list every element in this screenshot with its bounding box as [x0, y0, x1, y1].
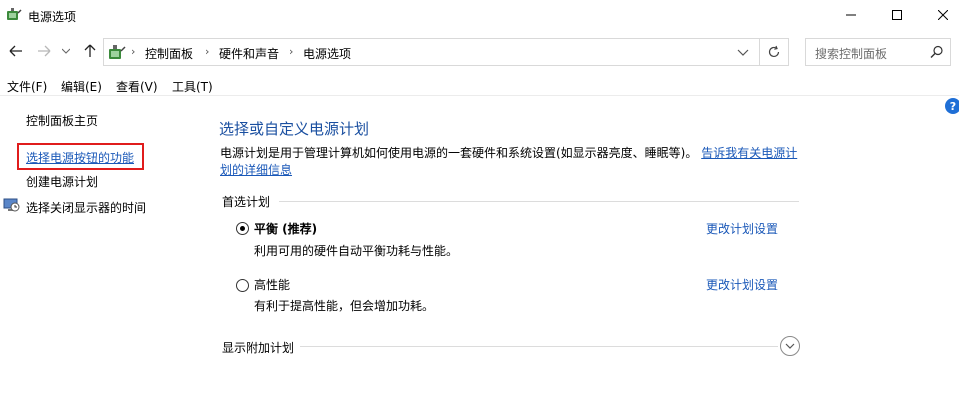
back-arrow-icon[interactable]: [7, 42, 25, 60]
search-placeholder: 搜索控制面板: [815, 47, 888, 61]
forward-arrow-icon[interactable]: [35, 42, 53, 60]
menu-file[interactable]: 文件(F): [7, 78, 47, 95]
plan-balanced-settings-link[interactable]: 更改计划设置: [706, 220, 778, 237]
plan-high-performance-desc: 有利于提高性能，但会增加功耗。: [254, 299, 435, 313]
display-clock-icon: [3, 197, 20, 213]
power-options-icon: [6, 7, 22, 23]
menu-view[interactable]: 查看(V): [116, 78, 158, 95]
search-icon[interactable]: [930, 45, 944, 59]
address-bar[interactable]: › 控制面板 › 硬件和声音 › 电源选项: [103, 38, 760, 66]
sidebar-item-home[interactable]: 控制面板主页: [26, 112, 98, 129]
sidebar-item-display-off[interactable]: 选择关闭显示器的时间: [26, 199, 146, 216]
title-bar: 电源选项: [0, 0, 959, 32]
plan-high-performance-settings-link[interactable]: 更改计划设置: [706, 276, 778, 293]
maximize-button[interactable]: [874, 0, 920, 30]
sidebar-item-create-plan[interactable]: 创建电源计划: [26, 173, 98, 190]
navigation-bar: › 控制面板 › 硬件和声音 › 电源选项 搜索控制面板: [0, 34, 959, 68]
plan-high-performance-radio[interactable]: [236, 279, 249, 292]
power-options-icon: [108, 44, 126, 62]
breadcrumb-separator-icon: ›: [131, 45, 136, 58]
menu-edit[interactable]: 编辑(E): [61, 78, 102, 95]
page-title: 选择或自定义电源计划: [219, 120, 370, 138]
breadcrumb-separator-icon: ›: [289, 45, 294, 58]
breadcrumb-power-options[interactable]: 电源选项: [303, 45, 351, 62]
close-button[interactable]: [920, 0, 959, 30]
breadcrumb-separator-icon: ›: [205, 45, 210, 58]
plan-balanced-radio[interactable]: [236, 222, 249, 235]
up-arrow-icon[interactable]: [81, 42, 99, 60]
sidebar-item-power-button[interactable]: 选择电源按钮的功能: [26, 149, 134, 166]
section-divider: [279, 201, 799, 202]
window-title: 电源选项: [28, 10, 77, 24]
menu-tools[interactable]: 工具(T): [172, 78, 213, 95]
preferred-plans-header: 首选计划: [222, 195, 271, 209]
breadcrumb-control-panel[interactable]: 控制面板: [145, 45, 193, 62]
minimize-button[interactable]: [828, 0, 874, 30]
recent-dropdown-icon[interactable]: [60, 42, 72, 60]
plan-high-performance-name[interactable]: 高性能: [254, 276, 290, 293]
menu-bar: 文件(F) 编辑(E) 查看(V) 工具(T): [0, 74, 959, 96]
additional-plans-header[interactable]: 显示附加计划: [222, 339, 294, 356]
section-divider: [300, 346, 778, 347]
page-description: 电源计划是用于管理计算机如何使用电源的一套硬件和系统设置(如显示器亮度、睡眠等)…: [220, 145, 800, 179]
plan-balanced-name[interactable]: 平衡 (推荐): [254, 220, 317, 237]
plan-balanced-desc: 利用可用的硬件自动平衡功耗与性能。: [254, 244, 459, 258]
refresh-icon[interactable]: [760, 38, 789, 66]
search-input[interactable]: 搜索控制面板: [805, 38, 951, 66]
address-dropdown-icon[interactable]: [736, 45, 752, 61]
expand-icon[interactable]: [780, 336, 800, 356]
help-icon[interactable]: ?: [945, 98, 959, 114]
description-text: 电源计划是用于管理计算机如何使用电源的一套硬件和系统设置(如显示器亮度、睡眠等)…: [220, 146, 698, 160]
breadcrumb-hardware-sound[interactable]: 硬件和声音: [219, 45, 279, 62]
